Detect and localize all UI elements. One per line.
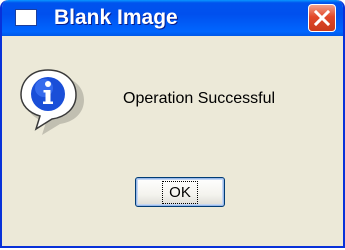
close-button[interactable] (308, 4, 336, 32)
info-icon (20, 69, 84, 135)
message-dialog: Blank Image Operation Successful OK (0, 0, 345, 248)
title-bar[interactable]: Blank Image (2, 0, 343, 36)
close-icon (314, 10, 330, 26)
ok-button[interactable]: OK (135, 177, 225, 207)
ok-button-label: OK (162, 180, 198, 204)
window-icon (16, 10, 36, 25)
window-title: Blank Image (54, 6, 178, 29)
message-text: Operation Successful (123, 90, 276, 107)
